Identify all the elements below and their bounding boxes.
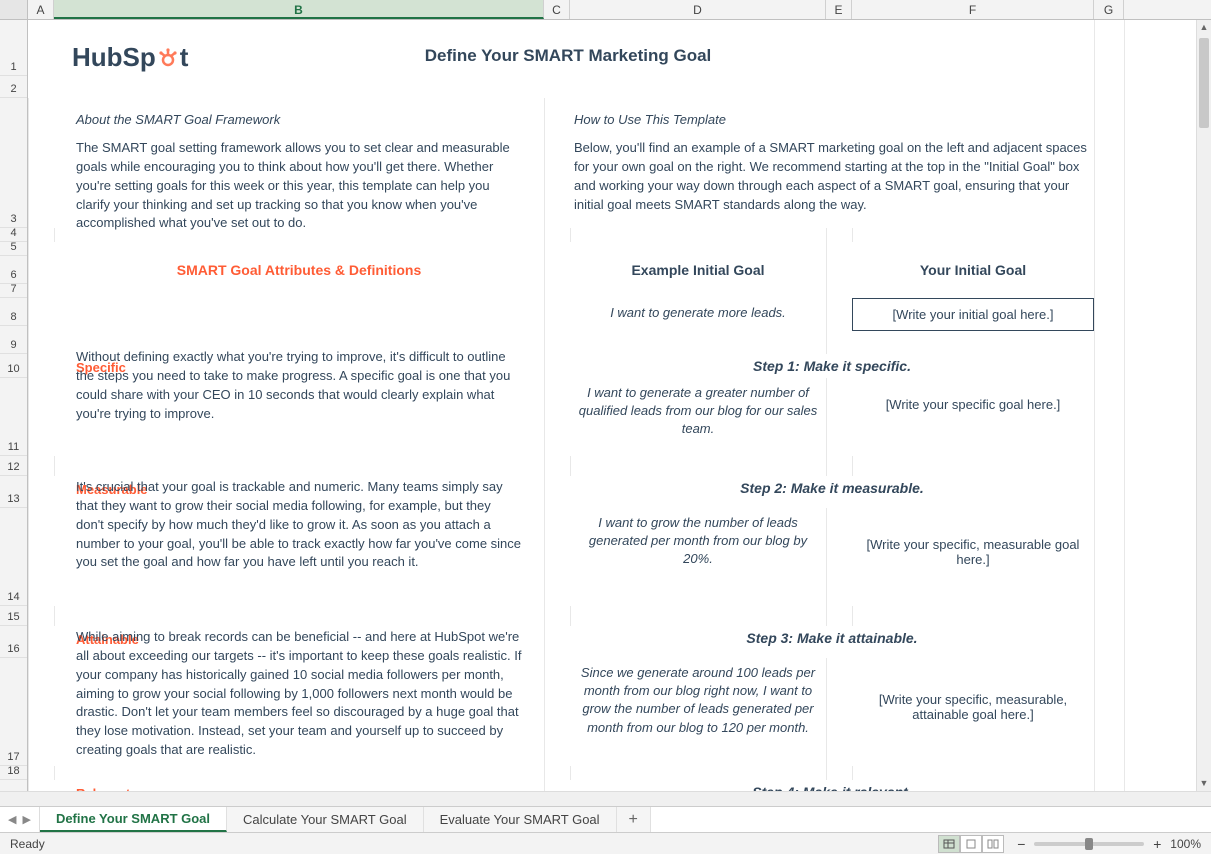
scrollbar-thumb[interactable] [1199,38,1209,128]
row-header-6[interactable]: 6 [0,256,27,284]
zoom-in[interactable]: + [1150,836,1164,852]
example-1: I want to grow the number of leads gener… [576,514,820,569]
scroll-down-arrow[interactable]: ▼ [1197,776,1211,791]
row-header-16[interactable]: 16 [0,626,27,658]
row-header-column: 12345678910111213141516171819 [0,20,28,791]
row-header-8[interactable]: 8 [0,298,27,326]
column-header-B[interactable]: B [54,0,544,19]
about-body: The SMART goal setting framework allows … [76,139,522,233]
row-header-11[interactable]: 11 [0,378,27,456]
row-header-4[interactable]: 4 [0,228,27,242]
zoom-slider[interactable] [1034,842,1144,846]
your-goal-2[interactable]: [Write your specific, measurable, attain… [858,692,1088,722]
column-header-row: ABCDEFG [0,0,1211,20]
your-goal-0[interactable]: [Write your specific goal here.] [858,397,1088,412]
view-page-break[interactable] [982,835,1004,853]
tab-nav-next[interactable]: ▶ [22,813,30,826]
sheet-tab-0[interactable]: Define Your SMART Goal [40,807,227,832]
step-label-0: Step 1: Make it specific. [570,358,1094,374]
status-text: Ready [10,837,45,851]
row-header-1[interactable]: 1 [0,20,27,76]
howto-body: Below, you'll find an example of a SMART… [574,139,1090,214]
column-header-G[interactable]: G [1094,0,1124,19]
attr-body-0: Without defining exactly what you're try… [76,348,522,423]
status-bar: Ready − + 100% [0,832,1211,854]
row-header-5[interactable]: 5 [0,242,27,256]
attributes-header: SMART Goal Attributes & Definitions [54,262,544,278]
vertical-scrollbar[interactable]: ▲ ▼ [1196,20,1211,791]
sheet-tab-bar: ◀ ▶ Define Your SMART GoalCalculate Your… [0,806,1211,832]
page-title: Define Your SMART Marketing Goal [168,46,968,66]
step-label-1: Step 2: Make it measurable. [570,480,1094,496]
add-sheet-tab[interactable]: + [617,807,651,832]
column-header-C[interactable]: C [544,0,570,19]
howto-heading: How to Use This Template [574,112,1090,127]
about-heading: About the SMART Goal Framework [76,112,522,127]
example-header: Example Initial Goal [570,262,826,278]
example-0: I want to generate a greater number of q… [576,384,820,439]
column-header-E[interactable]: E [826,0,852,19]
howto-section: How to Use This Template Below, you'll f… [570,98,1094,228]
sheet-tab-1[interactable]: Calculate Your SMART Goal [227,807,424,832]
initial-your-goal-input[interactable]: [Write your initial goal here.] [852,298,1094,331]
initial-example: I want to generate more leads. [570,304,826,322]
row-header-10[interactable]: 10 [0,354,27,378]
attr-name-3: Relevant [76,786,522,791]
zoom-level[interactable]: 100% [1170,837,1201,851]
your-header: Your Initial Goal [852,262,1094,278]
row-header-9[interactable]: 9 [0,326,27,354]
view-buttons [938,835,1004,853]
row-header-3[interactable]: 3 [0,98,27,228]
row-header-15[interactable]: 15 [0,606,27,626]
spreadsheet-grid[interactable]: HubSptDefine Your SMART Marketing Goal A… [28,20,1211,791]
row-header-17[interactable]: 17 [0,658,27,766]
row-header-18[interactable]: 18 [0,766,27,780]
your-goal-1[interactable]: [Write your specific, measurable goal he… [858,537,1088,567]
column-header-A[interactable]: A [28,0,54,19]
step-label-3: Step 4: Make it relevant. [570,784,1094,791]
sheet-tab-2[interactable]: Evaluate Your SMART Goal [424,807,617,832]
column-header-D[interactable]: D [570,0,826,19]
horizontal-scrollbar[interactable] [0,791,1211,806]
row-header-2[interactable]: 2 [0,76,27,98]
select-all-corner[interactable] [0,0,28,19]
column-header-F[interactable]: F [852,0,1094,19]
step-label-2: Step 3: Make it attainable. [570,630,1094,646]
attr-body-1: It's crucial that your goal is trackable… [76,478,522,572]
row-header-14[interactable]: 14 [0,508,27,606]
zoom-control: − + 100% [1014,836,1201,852]
view-page-layout[interactable] [960,835,982,853]
row-header-19[interactable]: 19 [0,780,27,791]
view-normal[interactable] [938,835,960,853]
about-section: About the SMART Goal Framework The SMART… [54,98,544,228]
attr-body-2: While aiming to break records can be ben… [76,628,522,760]
zoom-out[interactable]: − [1014,836,1028,852]
tab-nav-buttons: ◀ ▶ [0,807,40,832]
row-header-13[interactable]: 13 [0,476,27,508]
row-header-12[interactable]: 12 [0,456,27,476]
row-header-7[interactable]: 7 [0,284,27,298]
scroll-up-arrow[interactable]: ▲ [1197,20,1211,35]
example-2: Since we generate around 100 leads per m… [576,664,820,737]
tab-nav-prev[interactable]: ◀ [8,813,16,826]
